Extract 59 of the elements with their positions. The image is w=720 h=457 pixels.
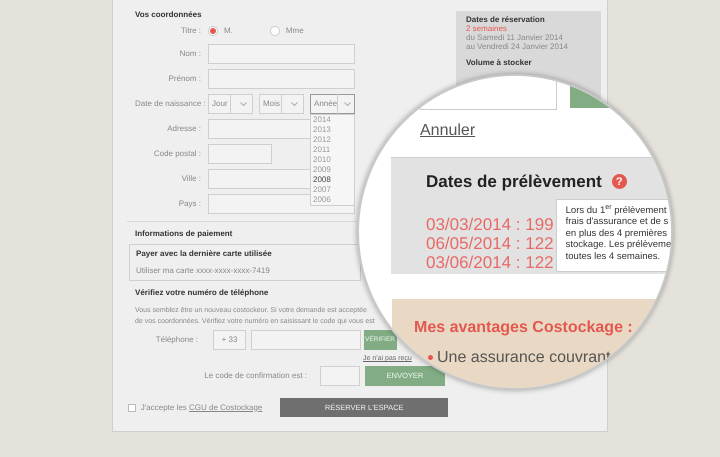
dropdown-option[interactable]: 2013 bbox=[311, 124, 354, 134]
radio-button[interactable] bbox=[208, 26, 218, 36]
select-value: Jour bbox=[211, 98, 229, 110]
section-heading: Informations de paiement bbox=[135, 228, 234, 240]
radio-button[interactable] bbox=[270, 26, 280, 36]
payment-card-option[interactable]: Payer avec la dernière carte utilisée Utiliser ma carte xxxx-xxxx-xxxx-7419 bbox=[129, 244, 361, 281]
prefix-field[interactable]: + 33 bbox=[213, 330, 246, 350]
field-label: Titre : bbox=[180, 25, 201, 37]
field-label: Prénom : bbox=[168, 72, 201, 84]
cancel-link[interactable]: Annuler bbox=[420, 119, 476, 143]
dropdown-option[interactable]: 2006 bbox=[311, 194, 354, 204]
code-field[interactable] bbox=[320, 366, 360, 386]
withdrawal-date: 03/03/2014 : 199 bbox=[426, 214, 554, 234]
field-label: Téléphone : bbox=[154, 334, 198, 346]
select-value: Année bbox=[313, 98, 338, 110]
dropdown-option[interactable]: 2008 bbox=[311, 174, 354, 184]
field-label: Nom : bbox=[178, 48, 201, 60]
field-label: Pays : bbox=[178, 198, 201, 210]
radio-label: Mme bbox=[286, 25, 304, 37]
input-field[interactable] bbox=[208, 68, 355, 88]
dropdown-option[interactable]: 2014 bbox=[311, 114, 354, 124]
dropdown-option[interactable]: 2011 bbox=[311, 144, 354, 154]
summary-heading: Dates de réservation bbox=[466, 15, 546, 24]
withdrawal-date: 03/06/2014 : 122 bbox=[426, 252, 554, 272]
section-title: Mes avantages Costockage : bbox=[414, 318, 634, 338]
input-field[interactable] bbox=[208, 44, 355, 64]
select-value: Mois bbox=[262, 98, 281, 110]
field-label: Adresse : bbox=[166, 122, 201, 134]
withdrawal-date: 06/05/2014 : 122 bbox=[426, 234, 554, 252]
summary-heading: Volume à stocker bbox=[466, 58, 533, 67]
section-title: Dates de prélèvement bbox=[426, 171, 602, 193]
field-label: Ville : bbox=[180, 172, 201, 184]
select-field[interactable]: Jour bbox=[208, 94, 253, 114]
phone-field[interactable] bbox=[251, 330, 361, 350]
option-title: Payer avec la dernière carte utilisée bbox=[136, 248, 273, 260]
bullet-icon bbox=[428, 355, 433, 360]
field-label: Code postal : bbox=[152, 148, 201, 160]
terms-link[interactable]: CGU de Costockage bbox=[189, 402, 262, 412]
dropdown-option[interactable]: 2009 bbox=[311, 164, 354, 174]
date-text: au Vendredi 24 Janvier 2014 bbox=[466, 42, 569, 51]
section-heading: Vos coordonnées bbox=[135, 9, 203, 21]
input-field[interactable] bbox=[208, 144, 272, 164]
chevron-down-icon bbox=[240, 102, 246, 106]
dropdown-option[interactable]: 2012 bbox=[311, 134, 354, 144]
checkbox[interactable] bbox=[128, 404, 136, 412]
date-text: du Samedi 11 Janvier 2014 bbox=[466, 33, 564, 42]
dropdown-option[interactable]: 2010 bbox=[311, 154, 354, 164]
tooltip-text: Lors du 1$^{er}$ prélèvement frais d'assurance et de s en plus des 4 premières stockage. Les prélèveme toutes les 4 semaines. bbox=[556, 198, 671, 272]
select-field[interactable]: Mois bbox=[259, 94, 304, 114]
option-text: Utiliser ma carte xxxx-xxxx-xxxx-7419 bbox=[136, 265, 271, 277]
terms-text: J'accepte les CGU de Costockage bbox=[140, 402, 262, 414]
chevron-down-icon bbox=[290, 102, 298, 106]
section-heading: Vérifiez votre numéro de téléphone bbox=[135, 287, 270, 299]
help-icon[interactable]: ? bbox=[612, 174, 627, 190]
chevron-down-icon bbox=[344, 102, 352, 106]
dropdown-option[interactable]: 2007 bbox=[311, 184, 354, 194]
field-label: Le code de confirmation est : bbox=[203, 370, 307, 382]
duration-text: 2 semaines bbox=[466, 24, 508, 33]
radio-label: M. bbox=[224, 25, 233, 37]
